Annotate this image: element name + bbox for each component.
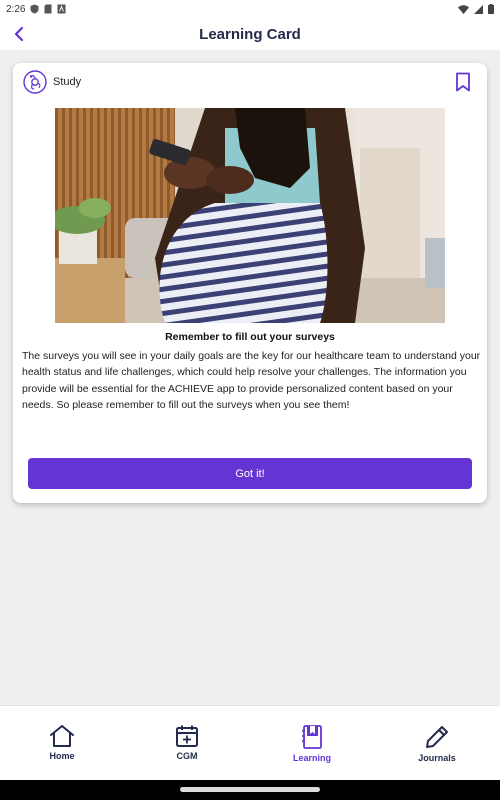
back-button[interactable] — [8, 23, 30, 45]
bookmark-button[interactable] — [455, 72, 471, 92]
page-title: Learning Card — [199, 25, 301, 43]
book-icon — [302, 725, 322, 749]
signal-icon — [474, 4, 483, 14]
bookmark-icon — [456, 72, 470, 92]
home-icon — [50, 725, 74, 747]
nav-label-journals: Journals — [418, 753, 456, 763]
battery-icon — [488, 4, 494, 14]
card-heading: Remember to fill out your surveys — [165, 331, 335, 343]
notification-a-icon — [57, 4, 66, 14]
pencil-icon — [426, 726, 448, 748]
home-gesture-handle[interactable] — [180, 787, 320, 792]
nav-item-journals[interactable]: Journals — [397, 724, 477, 763]
status-time: 2:26 — [6, 3, 26, 15]
nav-item-learning[interactable]: Learning — [272, 724, 352, 763]
status-bar: 2:26 — [0, 0, 500, 18]
got-it-button[interactable]: Got it! — [28, 458, 472, 489]
wifi-icon — [458, 4, 469, 14]
card-image — [55, 108, 445, 323]
sd-card-icon — [44, 4, 52, 14]
nav-label-learning: Learning — [292, 753, 331, 763]
app-header: Learning Card — [0, 18, 500, 50]
nav-label-cgm: CGM — [176, 751, 198, 761]
bottom-navigation: Home CGM Learning Journals — [0, 705, 500, 780]
status-right — [458, 4, 494, 14]
system-navigation-bar — [0, 780, 500, 800]
nav-item-home[interactable]: Home — [22, 724, 102, 761]
calendar-plus-icon — [176, 725, 198, 747]
shield-icon — [30, 4, 39, 14]
pregnant-woman-phone-image — [55, 108, 445, 323]
nav-item-cgm[interactable]: CGM — [147, 724, 227, 761]
learning-card: Study Remember to fill out your surveys … — [13, 63, 487, 503]
study-icon — [23, 70, 47, 94]
card-tag: Study — [53, 76, 82, 88]
nav-label-home: Home — [49, 751, 75, 761]
status-left: 2:26 — [6, 4, 66, 15]
chevron-left-icon — [14, 26, 24, 42]
card-body-text: The surveys you will see in your daily g… — [22, 350, 481, 412]
card-category: Study — [23, 70, 81, 94]
